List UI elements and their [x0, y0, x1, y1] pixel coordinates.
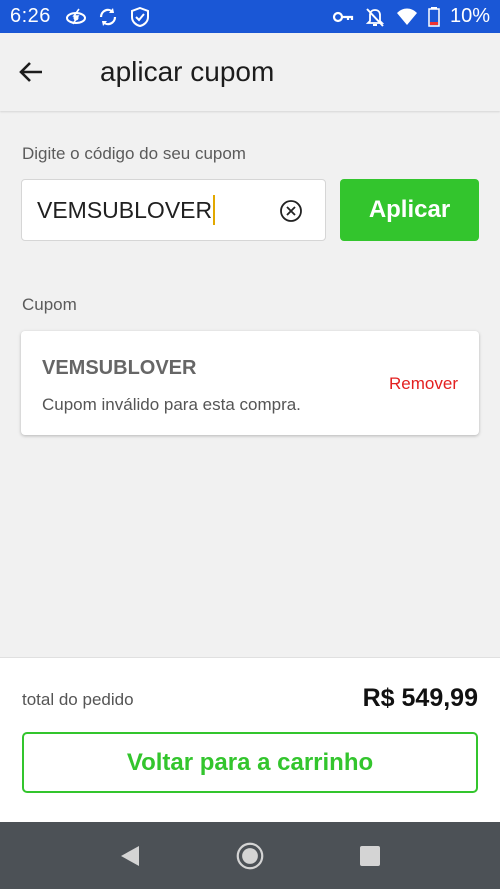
remove-coupon-button[interactable]: Remover: [389, 374, 458, 394]
app-bar: aplicar cupom: [0, 33, 500, 111]
status-bar: 6:26 10%: [0, 0, 500, 33]
order-total-label: total do pedido: [22, 690, 134, 709]
status-time: 6:26: [10, 5, 51, 27]
key-icon: [332, 7, 354, 27]
page-title: aplicar cupom: [100, 56, 275, 87]
back-button[interactable]: [16, 57, 46, 87]
nav-recents-button[interactable]: [356, 842, 384, 870]
recents-square-icon: [360, 845, 380, 866]
bell-off-icon: [364, 7, 386, 27]
coupon-code: VEMSUBLOVER: [42, 357, 197, 379]
sync-icon: [97, 7, 119, 27]
text-caret: [213, 195, 216, 225]
nav-back-button[interactable]: [116, 842, 144, 870]
wifi-icon: [396, 7, 418, 27]
shield-check-icon: [129, 6, 151, 27]
system-nav-bar: [0, 822, 500, 889]
home-circle-icon: [236, 842, 264, 869]
coupon-error-message: Cupom inválido para esta compra.: [42, 395, 301, 414]
clear-circle-x-icon: [280, 200, 302, 222]
coupon-section-label: Cupom: [22, 295, 77, 314]
clear-input-button[interactable]: [279, 199, 303, 223]
arrow-left-icon: [19, 62, 42, 82]
coupon-input-label: Digite o código do seu cupom: [22, 144, 246, 163]
coupon-card: VEMSUBLOVER Cupom inválido para esta com…: [21, 331, 479, 435]
battery-icon: [428, 6, 440, 27]
lightning-eye-icon: [65, 7, 87, 27]
battery-percent: 10%: [449, 5, 490, 27]
coupon-input[interactable]: VEMSUBLOVER: [21, 179, 326, 241]
back-triangle-icon: [121, 845, 139, 866]
back-to-cart-button[interactable]: Voltar para a carrinho: [22, 732, 478, 793]
apply-coupon-button[interactable]: Aplicar: [340, 179, 479, 241]
nav-home-button[interactable]: [236, 842, 264, 870]
order-total-value: R$ 549,99: [362, 684, 478, 712]
coupon-input-value: VEMSUBLOVER: [37, 196, 213, 223]
order-summary-panel: total do pedido R$ 549,99 Voltar para a …: [0, 657, 500, 822]
